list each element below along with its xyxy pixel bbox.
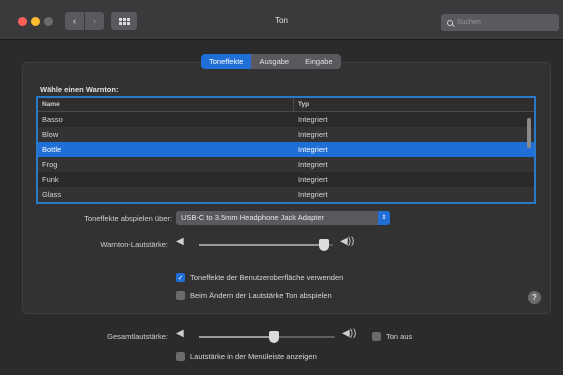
up-down-chevron-icon: ⇕: [378, 211, 390, 225]
show-volume-in-menubar-option[interactable]: Lautstärke in der Menüleiste anzeigen: [176, 352, 317, 361]
sound-name: Basso: [42, 115, 63, 124]
output-device-popup[interactable]: USB-C to 3.5mm Headphone Jack Adapter ⇕: [176, 211, 390, 225]
sound-type: Integriert: [298, 130, 328, 139]
table-row[interactable]: Glass Integriert: [38, 187, 534, 202]
table-row[interactable]: Funk Integriert: [38, 172, 534, 187]
volume-feedback-label: Beim Ändern der Lautstärke Ton abspielen: [190, 291, 332, 300]
table-row[interactable]: Basso Integriert: [38, 112, 534, 127]
sound-type: Integriert: [298, 115, 328, 124]
sound-name: Glass: [42, 190, 62, 199]
tab-output[interactable]: Ausgabe: [251, 54, 297, 69]
sound-type: Integriert: [298, 160, 328, 169]
alert-volume-knob[interactable]: [319, 239, 329, 251]
mute-label: Ton aus: [386, 332, 413, 341]
sound-preferences-window: ‹ › Ton Suchen Toneffekte Ausgabe Eingab…: [0, 0, 563, 375]
volume-feedback-checkbox[interactable]: [176, 291, 185, 300]
show-volume-in-menubar-checkbox[interactable]: [176, 352, 185, 361]
search-placeholder: Suchen: [457, 19, 481, 26]
table-row-selected[interactable]: Bottle Integriert: [38, 142, 534, 157]
tab-bar: Toneffekte Ausgabe Eingabe: [201, 54, 341, 69]
table-scrollbar[interactable]: [527, 118, 531, 148]
sound-type: Integriert: [298, 175, 328, 184]
sound-type: Integriert: [298, 190, 328, 199]
speaker-low-icon: ◀: [176, 328, 184, 339]
search-icon: [447, 19, 453, 26]
output-volume-label: Gesamtlautstärke:: [107, 332, 168, 341]
column-header-type[interactable]: Typ: [294, 98, 534, 111]
play-through-label: Toneffekte abspielen über:: [84, 214, 172, 223]
help-button[interactable]: ?: [528, 291, 541, 304]
column-header-name[interactable]: Name: [38, 98, 294, 111]
table-header: Name Typ: [38, 98, 534, 112]
volume-feedback-option[interactable]: Beim Ändern der Lautstärke Ton abspielen: [176, 291, 332, 300]
sound-name: Blow: [42, 130, 59, 139]
mute-option[interactable]: Ton aus: [372, 332, 412, 341]
output-volume-fill: [199, 336, 274, 338]
ui-sound-effects-checkbox[interactable]: ✓: [176, 273, 185, 282]
show-volume-in-menubar-label: Lautstärke in der Menüleiste anzeigen: [190, 352, 317, 361]
alert-volume-fill: [199, 244, 324, 246]
output-volume-knob[interactable]: [269, 331, 279, 343]
output-volume-slider[interactable]: [199, 331, 335, 343]
speaker-high-icon: ◀)): [342, 328, 357, 339]
table-row[interactable]: Blow Integriert: [38, 127, 534, 142]
table-row[interactable]: Frog Integriert: [38, 157, 534, 172]
sound-name: Funk: [42, 175, 59, 184]
sound-name: Bottle: [42, 145, 62, 154]
speaker-high-icon: ◀)): [340, 236, 355, 247]
titlebar: ‹ › Ton Suchen: [0, 0, 563, 40]
mute-checkbox[interactable]: [372, 332, 381, 341]
tab-input[interactable]: Eingabe: [297, 54, 341, 69]
alert-volume-label: Warnton-Lautstärke:: [100, 240, 168, 249]
sound-name: Frog: [42, 160, 58, 169]
alert-volume-slider[interactable]: [199, 239, 333, 251]
tab-sound-effects[interactable]: Toneffekte: [201, 54, 252, 69]
speaker-low-icon: ◀: [176, 236, 184, 247]
ui-sound-effects-label: Toneffekte der Benutzeroberfläche verwen…: [190, 273, 344, 282]
search-field[interactable]: Suchen: [441, 14, 559, 31]
alert-sound-heading: Wähle einen Warnton:: [40, 85, 119, 94]
ui-sound-effects-option[interactable]: ✓ Toneffekte der Benutzeroberfläche verw…: [176, 273, 343, 282]
output-device-value: USB-C to 3.5mm Headphone Jack Adapter: [181, 213, 324, 222]
sound-type: Integriert: [298, 145, 328, 154]
alert-sound-table[interactable]: Name Typ Basso Integriert Blow Integrier…: [36, 96, 536, 204]
